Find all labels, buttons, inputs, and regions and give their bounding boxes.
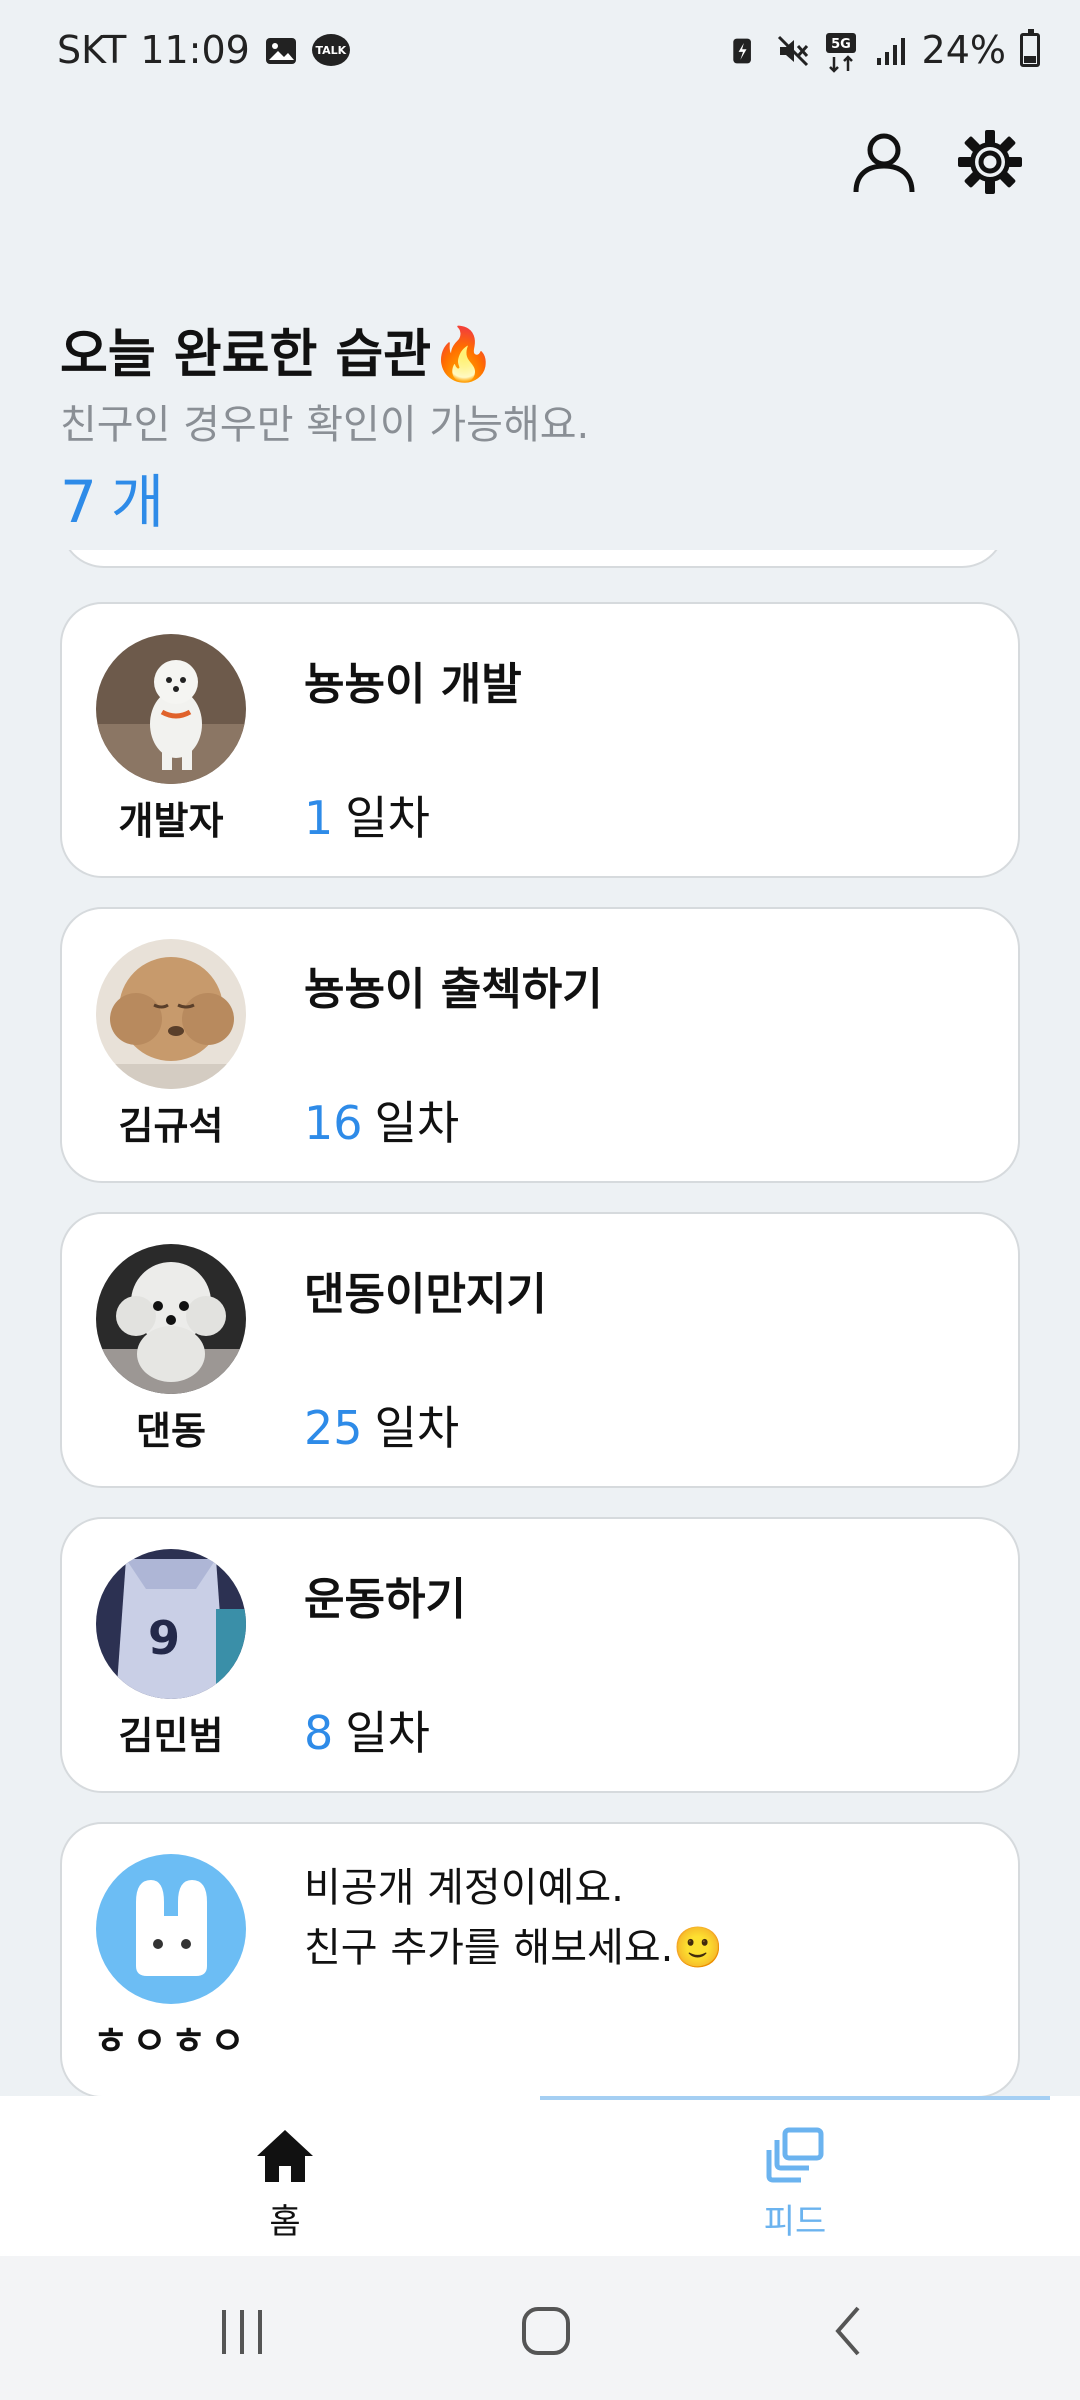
user-name: ㅎㅇㅎㅇ xyxy=(93,2019,249,2063)
streak-number: 8 xyxy=(304,1706,334,1760)
page-title: 오늘 완료한 습관🔥 xyxy=(60,325,496,385)
svg-text:9: 9 xyxy=(148,1611,180,1665)
recent-apps-button[interactable] xyxy=(202,2296,282,2366)
streak-number: 16 xyxy=(304,1096,363,1150)
home-button[interactable] xyxy=(505,2296,585,2366)
user-name: 개발자 xyxy=(118,799,224,843)
feed-icon xyxy=(766,2127,824,2183)
completed-count-unit: 개 xyxy=(110,468,165,536)
habit-card[interactable]: 개발자 뇽뇽이 개발 1 일차 xyxy=(60,602,1020,878)
avatar[interactable]: 9 xyxy=(96,1549,246,1699)
tab-feed-label: 피드 xyxy=(763,2202,827,2242)
carrier: SKT xyxy=(57,28,127,72)
active-tab-indicator xyxy=(540,2096,1050,2100)
back-button[interactable] xyxy=(808,2296,888,2366)
private-message-line1: 비공개 계정이예요. xyxy=(304,1865,624,1911)
streak-days: 1 일차 xyxy=(304,782,430,848)
avatar[interactable] xyxy=(96,634,246,784)
battery-saver-icon xyxy=(728,33,762,67)
streak-unit: 일차 xyxy=(345,1706,430,1760)
mute-icon xyxy=(776,33,810,67)
signal-icon xyxy=(874,33,908,67)
profile-icon[interactable] xyxy=(850,128,918,196)
habit-title: 운동하기 xyxy=(304,1574,466,1625)
home-icon xyxy=(257,2130,313,2182)
bottom-navigation: 홈 피드 xyxy=(0,2096,1080,2256)
clock: 11:09 xyxy=(140,28,250,72)
streak-number: 25 xyxy=(304,1401,363,1455)
streak-number: 1 xyxy=(304,791,334,845)
user-name: 댄동 xyxy=(136,1409,206,1453)
streak-unit: 일차 xyxy=(374,1401,460,1455)
tab-feed[interactable]: 피드 xyxy=(695,2124,895,2243)
gallery-icon xyxy=(264,33,298,67)
avatar[interactable] xyxy=(96,939,246,1089)
habit-card[interactable]: 김규석 뇽뇽이 출첵하기 16 일차 xyxy=(60,907,1020,1183)
network-type: 5G xyxy=(831,37,851,52)
habit-card[interactable]: 9 김민범 운동하기 8 일차 xyxy=(60,1517,1020,1793)
streak-unit: 일차 xyxy=(374,1096,460,1150)
habit-title: 댄동이만지기 xyxy=(304,1269,547,1320)
back-chevron-icon xyxy=(835,2306,860,2356)
user-name: 김규석 xyxy=(118,1104,224,1148)
habit-card[interactable]: 댄동 댄동이만지기 25 일차 xyxy=(60,1212,1020,1488)
system-navigation-bar xyxy=(0,2256,1080,2400)
scrolled-card-edge xyxy=(60,550,1006,568)
streak-unit: 일차 xyxy=(345,791,430,845)
habit-title: 뇽뇽이 출첵하기 xyxy=(304,964,603,1015)
private-account-message: 비공개 계정이예요. 친구 추가를 해보세요.🙂 xyxy=(304,1858,723,1978)
default-avatar-icon[interactable] xyxy=(96,1854,246,2004)
completed-count-number: 7 xyxy=(60,468,97,536)
user-name: 김민범 xyxy=(118,1714,224,1758)
page-subtitle: 친구인 경우만 확인이 가능해요. xyxy=(60,402,590,448)
private-message-line2: 친구 추가를 해보세요.🙂 xyxy=(304,1925,724,1971)
settings-gear-icon[interactable] xyxy=(956,128,1024,196)
status-bar: SKT 11:09 TALK 5G 24% xyxy=(0,0,1080,100)
streak-days: 16 일차 xyxy=(304,1087,459,1153)
kakaotalk-icon: TALK xyxy=(311,34,350,66)
network-5g-icon: 5G xyxy=(824,33,860,73)
completed-count: 7개 xyxy=(60,455,164,539)
home-circle-icon xyxy=(522,2307,570,2355)
tab-home[interactable]: 홈 xyxy=(185,2124,385,2243)
battery-icon xyxy=(1020,29,1040,67)
tab-home-label: 홈 xyxy=(269,2202,301,2242)
recent-apps-icon xyxy=(222,2310,262,2354)
streak-days: 25 일차 xyxy=(304,1392,459,1458)
streak-days: 8 일차 xyxy=(304,1697,430,1763)
avatar[interactable] xyxy=(96,1244,246,1394)
private-account-card[interactable]: ㅎㅇㅎㅇ 비공개 계정이예요. 친구 추가를 해보세요.🙂 xyxy=(60,1822,1020,2098)
battery-percent: 24% xyxy=(921,28,1006,72)
habit-title: 뇽뇽이 개발 xyxy=(304,659,522,710)
